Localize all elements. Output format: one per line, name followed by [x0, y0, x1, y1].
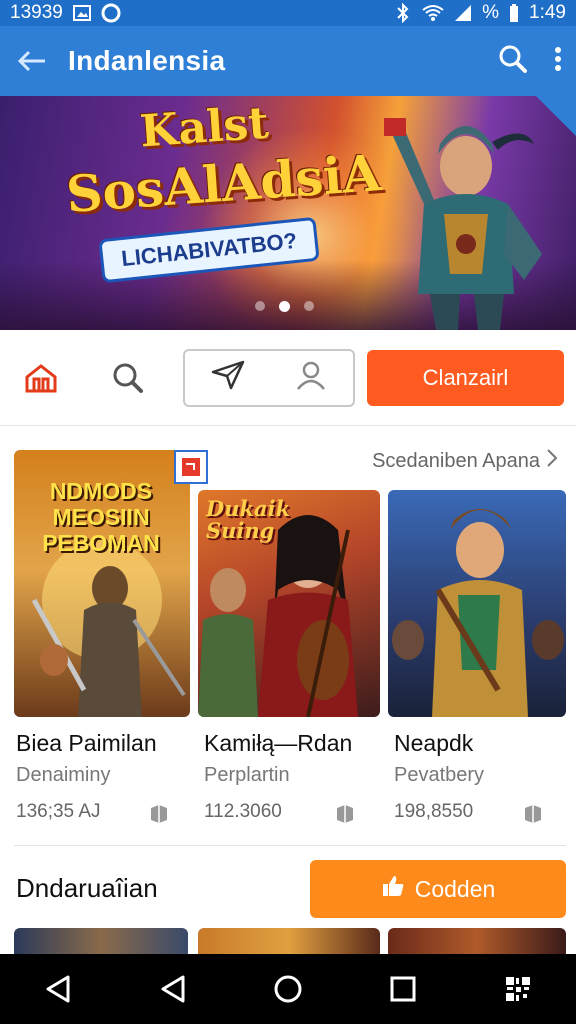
game-card-image: NDMODS MEOSIIN PEBOMAN	[14, 450, 190, 717]
carousel-dots	[255, 301, 314, 312]
game-card-count: 198,8550	[394, 801, 474, 822]
back-nav-icon[interactable]	[30, 961, 86, 1017]
image-notification-icon	[72, 4, 91, 22]
game-card-title: Neapdk	[394, 730, 474, 756]
toolbar-icon-group	[183, 348, 355, 407]
game-thumbnail[interactable]	[14, 928, 188, 954]
back-nav-icon-secondary[interactable]	[145, 961, 201, 1017]
carousel-dot[interactable]	[255, 301, 265, 311]
battery-icon	[509, 3, 519, 23]
game-card-image: Dukaik Suing	[198, 490, 380, 717]
download-icon[interactable]	[522, 802, 544, 824]
game-card-image	[388, 490, 566, 717]
recents-nav-icon[interactable]	[375, 961, 431, 1017]
game-cards: NDMODS MEOSIIN PEBOMAN Biea Paimilan Den…	[0, 450, 576, 840]
game-card[interactable]: Dukaik Suing Kamiłą—Rdan Perplartin 112.…	[198, 450, 380, 840]
bottom-thumbnails	[0, 928, 576, 954]
search-icon[interactable]	[99, 348, 158, 408]
game-card-count: 136;35 AJ	[16, 801, 101, 822]
status-bar: 13939 % 1:49	[0, 0, 576, 26]
home-nav-icon[interactable]	[260, 961, 316, 1017]
banner-title-line1: Kalst	[138, 97, 271, 158]
status-left-text: 13939	[10, 2, 63, 23]
more-vert-icon[interactable]	[554, 46, 562, 77]
cta-label: Codden	[414, 875, 496, 902]
hero-banner[interactable]: Kalst SosAlAdsiA LICHABIVATBO?	[0, 96, 576, 330]
signal-icon	[454, 4, 472, 22]
download-icon[interactable]	[148, 802, 170, 824]
action-toolbar: Clanzairl	[0, 330, 576, 426]
game-card-subtitle: Denaiminy	[16, 764, 111, 786]
game-thumbnail[interactable]	[198, 928, 380, 954]
game-card-image-text: Dukaik Suing	[206, 496, 291, 543]
game-card[interactable]: Neapdk Pevatbery 198,8550	[388, 450, 566, 840]
wifi-icon	[422, 4, 444, 22]
home-icon[interactable]	[12, 348, 71, 408]
corner-badge-icon	[536, 96, 576, 136]
profile-icon[interactable]	[295, 359, 327, 396]
status-time: 1:49	[529, 2, 566, 23]
primary-action-button[interactable]: Clanzairl	[366, 349, 565, 406]
thumbs-up-icon	[381, 874, 405, 904]
carousel-dot[interactable]	[304, 301, 314, 311]
search-icon[interactable]	[498, 44, 528, 79]
carousel-dot-active[interactable]	[279, 301, 290, 312]
cta-button[interactable]: Codden	[310, 860, 566, 918]
game-card-title: Biea Paimilan	[16, 730, 157, 756]
section-divider	[14, 845, 566, 846]
game-card[interactable]: NDMODS MEOSIIN PEBOMAN Biea Paimilan Den…	[14, 450, 208, 840]
section-title: Dndaruaîian	[16, 873, 158, 903]
download-icon[interactable]	[334, 802, 356, 824]
game-card-image-text: NDMODS MEOSIIN PEBOMAN	[42, 478, 160, 556]
system-nav-bar	[0, 954, 576, 1024]
app-bar: Indanlensia	[0, 26, 576, 96]
send-icon[interactable]	[211, 360, 245, 395]
bluetooth-icon	[394, 3, 412, 23]
qr-scan-icon[interactable]	[490, 961, 546, 1017]
game-card-subtitle: Pevatbery	[394, 764, 485, 786]
hero-illustration	[392, 509, 564, 717]
game-card-subtitle: Perplartin	[204, 764, 290, 786]
game-thumbnail[interactable]	[388, 928, 566, 954]
back-arrow-icon[interactable]	[14, 43, 50, 79]
battery-percent: %	[482, 2, 500, 23]
game-card-title: Kamiłą—Rdan	[204, 730, 353, 756]
game-card-count: 112.3060	[204, 801, 282, 822]
record-notification-icon	[101, 3, 121, 23]
app-title: Indanlensia	[68, 45, 226, 76]
armored-warrior-illustration	[384, 118, 542, 330]
